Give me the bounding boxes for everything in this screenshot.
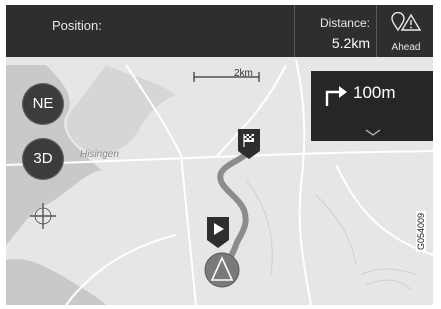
ahead-label: Ahead: [391, 42, 421, 53]
compass-button[interactable]: NE: [22, 83, 64, 125]
turn-right-arrow-icon: [325, 86, 347, 106]
view-3d-label: 3D: [33, 150, 53, 167]
divider: [376, 5, 377, 57]
pin-warning-icon: [391, 12, 421, 32]
distance-value: 5.2km: [331, 35, 370, 51]
turn-distance: 100m: [353, 83, 396, 102]
turn-guidance-panel[interactable]: 100m: [311, 71, 433, 141]
navigation-screen: Position: Distance: 5.2km Ahead NE 3D 10…: [6, 5, 433, 305]
chevron-down-icon[interactable]: [365, 129, 381, 137]
vehicle-position-icon: [204, 252, 240, 288]
ahead-button[interactable]: Ahead: [379, 9, 433, 55]
distance-label: Distance:: [319, 16, 370, 30]
scale-label: 2km: [234, 68, 253, 79]
top-info-bar: Position: Distance: 5.2km Ahead: [6, 5, 433, 57]
view-3d-button[interactable]: 3D: [22, 138, 64, 180]
place-label: Hisingen: [80, 149, 119, 160]
crosshair-icon[interactable]: [28, 201, 58, 231]
compass-label: NE: [32, 95, 54, 112]
figure-code: G054009: [416, 210, 426, 252]
position-label: Position:: [52, 18, 102, 33]
divider: [294, 5, 295, 57]
